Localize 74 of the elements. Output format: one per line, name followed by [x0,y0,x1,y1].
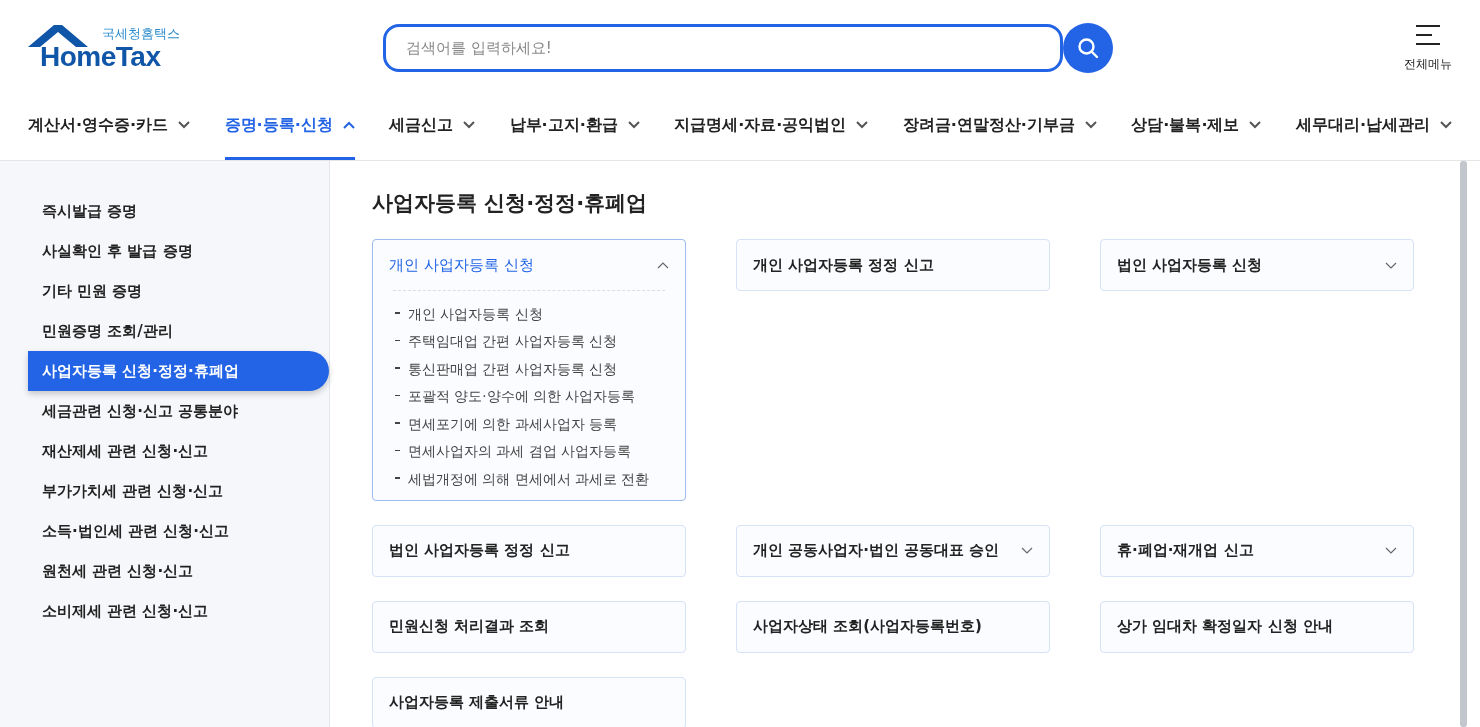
chevron-down-icon [463,121,476,129]
submenu-link[interactable]: 개인 사업자등록 신청 [408,305,543,324]
nav-tab[interactable]: 상담·불복·제보 [1131,96,1262,160]
submenu-link[interactable]: 면세포기에 의한 과세사업자 등록 [408,415,617,434]
dash-icon [395,367,400,369]
sidebar-item[interactable]: 부가가치세 관련 신청·신고 [28,471,329,511]
sidebar-item[interactable]: 소비제세 관련 신청·신고 [28,591,329,631]
dash-icon [395,477,400,479]
nav-tab[interactable]: 납부·고지·환급 [509,96,640,160]
dash-icon [395,339,400,341]
sidebar-item[interactable]: 세금관련 신청·신고 공통분야 [28,391,329,431]
card-title: 개인 공동사업자·법인 공동대표 승인 [753,541,1000,560]
card-title: 개인 사업자등록 정정 신고 [753,255,934,275]
menu-card[interactable]: 개인 사업자등록 신청 개인 사업자등록 신청 주택임대업 간편 사업자등록 신청 통신판매업 간편 사업자등록 신청 포괄적 양도·양수에 의한 사업자등록 면세포기에 의한 과세사업자 등록 면세사업자의 과세 겸업 사업자등록 세법개정에 의해 면세에서 과세로 전환 [372,239,686,501]
card-title: 법인 사업자등록 정정 신고 [389,541,570,560]
sidebar-item[interactable]: 사업자등록 신청·정정·휴폐업 [28,351,329,391]
nav-tab[interactable]: 지급명세·자료·공익법인 [674,96,869,160]
menu-card[interactable]: 법인 사업자등록 정정 신고 [372,524,686,577]
dash-icon [395,422,400,424]
chevron-down-icon [1385,261,1397,269]
nav-tab[interactable]: 계산서·영수증·카드 [28,96,191,160]
logo-title: HomeTax [40,41,161,73]
chevron-down-icon [1021,547,1033,554]
sidebar-item[interactable]: 즉시발급 증명 [28,191,329,231]
search-icon [1077,37,1099,59]
submenu-link[interactable]: 통신판매업 간편 사업자등록 신청 [408,360,617,379]
sidebar-item[interactable]: 원천세 관련 신청·신고 [28,551,329,591]
menu-card[interactable]: 사업자등록 제출서류 안내 [372,676,686,727]
card-title: 개인 사업자등록 신청 [389,255,534,275]
nav-tab[interactable]: 세무대리·납세관리 [1295,96,1452,160]
menu-card[interactable]: 개인 공동사업자·법인 공동대표 승인 [736,524,1050,577]
submenu-link[interactable]: 면세사업자의 과세 겸업 사업자등록 [408,443,631,462]
logo-subtitle: 국세청홈택스 [102,25,180,43]
page-title: 사업자등록 신청·정정·휴폐업 [372,190,649,217]
chevron-down-icon [1439,121,1452,129]
menu-card[interactable]: 사업자상태 조회(사업자등록번호) [736,600,1050,653]
card-title: 민원신청 처리결과 조회 [389,617,550,636]
submenu-link[interactable]: 세법개정에 의해 면세에서 과세로 전환 [408,470,650,489]
sidebar-item[interactable]: 민원증명 조회/관리 [28,311,329,351]
card-title: 사업자상태 조회(사업자등록번호) [753,617,982,636]
chevron-down-icon [178,121,191,129]
sidebar-item[interactable]: 기타 민원 증명 [28,271,329,311]
card-title: 상가 임대차 확정일자 신청 안내 [1117,617,1333,636]
menu-card[interactable]: 개인 사업자등록 정정 신고 [736,239,1050,291]
menu-card[interactable]: 상가 임대차 확정일자 신청 안내 [1100,600,1414,653]
dash-icon [395,312,400,314]
scrollbar[interactable] [1460,161,1467,727]
chevron-down-icon [1249,121,1262,129]
menu-card[interactable]: 휴·폐업·재개업 신고 [1100,524,1414,577]
dash-icon [395,394,400,396]
chevron-up-icon [342,121,355,129]
sidebar-item[interactable]: 소득·법인세 관련 신청·신고 [28,511,329,551]
chevron-down-icon [1385,547,1397,554]
submenu-link[interactable]: 주택임대업 간편 사업자등록 신청 [408,333,617,352]
menu-icon [1415,23,1441,46]
dash-icon [395,449,400,451]
nav-tab[interactable]: 장려금·연말정산·기부금 [902,96,1097,160]
card-title: 사업자등록 제출서류 안내 [389,693,565,712]
menu-button[interactable]: 전체메뉴 [1404,23,1452,73]
card-title: 법인 사업자등록 신청 [1117,255,1263,275]
nav-tab[interactable]: 세금신고 [389,96,476,160]
search-field[interactable]: 검색어를 입력하세요! [383,24,1063,72]
submenu-link[interactable]: 포괄적 양도·양수에 의한 사업자등록 [408,388,636,407]
chevron-down-icon [856,121,869,129]
chevron-down-icon [1084,121,1097,129]
sidebar-item[interactable]: 재산제세 관련 신청·신고 [28,431,329,471]
chevron-down-icon [627,121,640,129]
hometax-logo[interactable]: 국세청홈택스 HomeTax [28,23,178,73]
chevron-up-icon [657,261,669,269]
sidebar-item[interactable]: 사실확인 후 발급 증명 [28,231,329,271]
menu-card[interactable]: 법인 사업자등록 신청 [1100,239,1414,291]
search-button[interactable] [1063,23,1113,73]
card-title: 휴·폐업·재개업 신고 [1117,541,1254,560]
menu-card[interactable]: 민원신청 처리결과 조회 [372,600,686,653]
